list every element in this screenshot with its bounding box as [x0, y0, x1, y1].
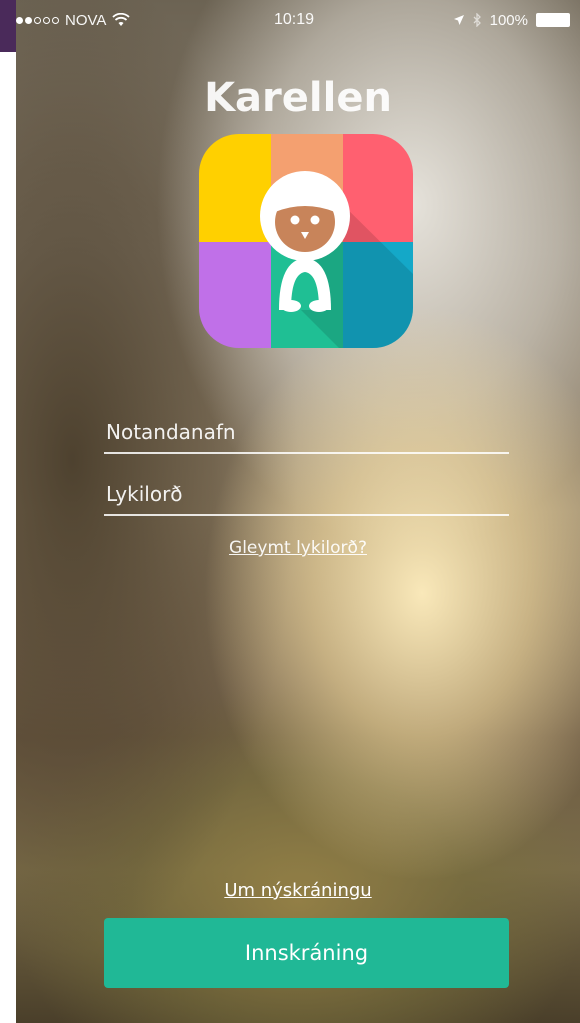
login-button[interactable]: Innskráning — [104, 918, 509, 988]
app-title: Karellen — [204, 75, 392, 121]
forgot-password-link[interactable]: Gleymt lykilorð? — [16, 538, 580, 558]
app-logo — [199, 134, 413, 348]
bluetooth-icon — [473, 13, 481, 27]
password-input[interactable] — [104, 464, 509, 514]
signal-strength-icon — [16, 16, 59, 24]
username-input[interactable] — [104, 402, 509, 452]
location-arrow-icon — [453, 15, 464, 25]
status-bar: NOVA 10:19 100% — [16, 0, 580, 40]
battery-icon — [536, 13, 570, 27]
status-left: NOVA — [16, 11, 131, 29]
phone-screen: NOVA 10:19 100% Karellen Notandanafn Gle… — [16, 0, 580, 1023]
username-field[interactable] — [104, 402, 509, 454]
wifi-icon — [112, 13, 131, 26]
status-time: 10:19 — [273, 11, 315, 28]
status-right: 100% — [453, 12, 570, 29]
carrier-name: NOVA — [65, 11, 107, 29]
password-field[interactable] — [104, 464, 509, 516]
registration-info-link[interactable]: Um nýskráningu — [16, 880, 580, 901]
battery-percent: 100% — [489, 11, 528, 29]
